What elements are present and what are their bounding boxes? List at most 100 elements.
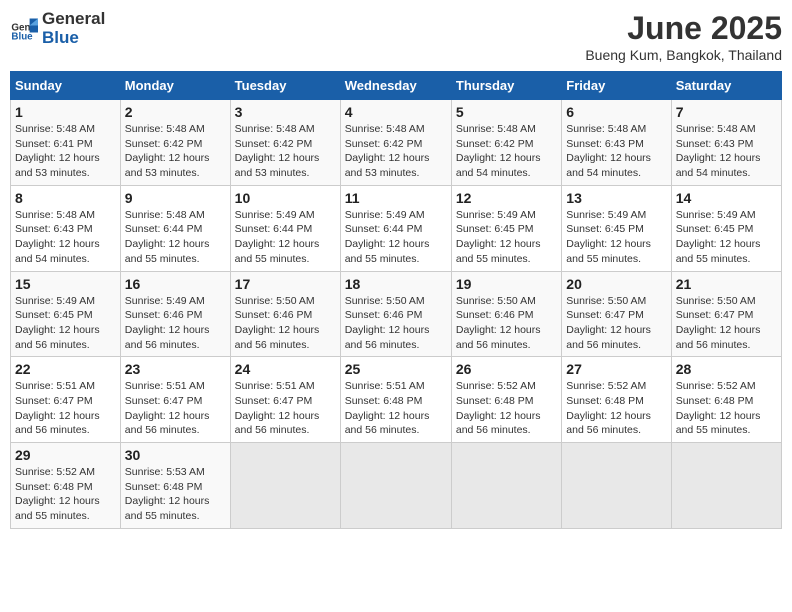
day-info: Sunrise: 5:51 AM Sunset: 6:47 PM Dayligh… (235, 379, 336, 438)
table-row: 23 Sunrise: 5:51 AM Sunset: 6:47 PM Dayl… (120, 357, 230, 443)
logo: General Blue General Blue (10, 10, 105, 47)
day-info: Sunrise: 5:48 AM Sunset: 6:44 PM Dayligh… (125, 208, 226, 267)
table-row: 29 Sunrise: 5:52 AM Sunset: 6:48 PM Dayl… (11, 443, 121, 529)
month-title: June 2025 (585, 10, 782, 47)
svg-text:Blue: Blue (11, 31, 33, 42)
header-sunday: Sunday (11, 72, 121, 100)
location-title: Bueng Kum, Bangkok, Thailand (585, 47, 782, 63)
day-number: 19 (456, 276, 557, 292)
day-number: 10 (235, 190, 336, 206)
day-info: Sunrise: 5:49 AM Sunset: 6:46 PM Dayligh… (125, 294, 226, 353)
table-row: 11 Sunrise: 5:49 AM Sunset: 6:44 PM Dayl… (340, 185, 451, 271)
day-number: 3 (235, 104, 336, 120)
table-row: 17 Sunrise: 5:50 AM Sunset: 6:46 PM Dayl… (230, 271, 340, 357)
day-info: Sunrise: 5:48 AM Sunset: 6:41 PM Dayligh… (15, 122, 116, 181)
day-headers: Sunday Monday Tuesday Wednesday Thursday… (11, 72, 782, 100)
table-row: 25 Sunrise: 5:51 AM Sunset: 6:48 PM Dayl… (340, 357, 451, 443)
header-saturday: Saturday (671, 72, 781, 100)
day-number: 1 (15, 104, 116, 120)
day-info: Sunrise: 5:49 AM Sunset: 6:45 PM Dayligh… (676, 208, 777, 267)
table-row: 8 Sunrise: 5:48 AM Sunset: 6:43 PM Dayli… (11, 185, 121, 271)
table-row: 21 Sunrise: 5:50 AM Sunset: 6:47 PM Dayl… (671, 271, 781, 357)
day-info: Sunrise: 5:48 AM Sunset: 6:42 PM Dayligh… (345, 122, 447, 181)
day-info: Sunrise: 5:52 AM Sunset: 6:48 PM Dayligh… (456, 379, 557, 438)
day-info: Sunrise: 5:48 AM Sunset: 6:42 PM Dayligh… (125, 122, 226, 181)
day-number: 21 (676, 276, 777, 292)
table-row: 13 Sunrise: 5:49 AM Sunset: 6:45 PM Dayl… (562, 185, 671, 271)
header-monday: Monday (120, 72, 230, 100)
day-info: Sunrise: 5:51 AM Sunset: 6:47 PM Dayligh… (15, 379, 116, 438)
table-row: 12 Sunrise: 5:49 AM Sunset: 6:45 PM Dayl… (451, 185, 561, 271)
day-info: Sunrise: 5:49 AM Sunset: 6:44 PM Dayligh… (345, 208, 447, 267)
day-number: 23 (125, 361, 226, 377)
day-number: 8 (15, 190, 116, 206)
table-row: 20 Sunrise: 5:50 AM Sunset: 6:47 PM Dayl… (562, 271, 671, 357)
day-info: Sunrise: 5:52 AM Sunset: 6:48 PM Dayligh… (15, 465, 116, 524)
day-number: 9 (125, 190, 226, 206)
logo-blue: Blue (42, 29, 105, 48)
table-row: 24 Sunrise: 5:51 AM Sunset: 6:47 PM Dayl… (230, 357, 340, 443)
table-row: 14 Sunrise: 5:49 AM Sunset: 6:45 PM Dayl… (671, 185, 781, 271)
day-info: Sunrise: 5:50 AM Sunset: 6:46 PM Dayligh… (235, 294, 336, 353)
day-info: Sunrise: 5:48 AM Sunset: 6:43 PM Dayligh… (566, 122, 666, 181)
header-thursday: Thursday (451, 72, 561, 100)
day-info: Sunrise: 5:53 AM Sunset: 6:48 PM Dayligh… (125, 465, 226, 524)
header-friday: Friday (562, 72, 671, 100)
day-number: 7 (676, 104, 777, 120)
day-info: Sunrise: 5:50 AM Sunset: 6:46 PM Dayligh… (456, 294, 557, 353)
title-area: June 2025 Bueng Kum, Bangkok, Thailand (585, 10, 782, 63)
table-row: 6 Sunrise: 5:48 AM Sunset: 6:43 PM Dayli… (562, 100, 671, 186)
table-row: 27 Sunrise: 5:52 AM Sunset: 6:48 PM Dayl… (562, 357, 671, 443)
table-row: 15 Sunrise: 5:49 AM Sunset: 6:45 PM Dayl… (11, 271, 121, 357)
table-row (451, 443, 561, 529)
day-number: 17 (235, 276, 336, 292)
day-number: 16 (125, 276, 226, 292)
table-row (340, 443, 451, 529)
logo-general: General (42, 10, 105, 29)
day-info: Sunrise: 5:48 AM Sunset: 6:42 PM Dayligh… (235, 122, 336, 181)
table-row: 18 Sunrise: 5:50 AM Sunset: 6:46 PM Dayl… (340, 271, 451, 357)
table-row: 10 Sunrise: 5:49 AM Sunset: 6:44 PM Dayl… (230, 185, 340, 271)
header: General Blue General Blue June 2025 Buen… (10, 10, 782, 63)
calendar-week-2: 8 Sunrise: 5:48 AM Sunset: 6:43 PM Dayli… (11, 185, 782, 271)
table-row (671, 443, 781, 529)
day-info: Sunrise: 5:49 AM Sunset: 6:45 PM Dayligh… (456, 208, 557, 267)
day-info: Sunrise: 5:50 AM Sunset: 6:46 PM Dayligh… (345, 294, 447, 353)
day-number: 29 (15, 447, 116, 463)
day-number: 27 (566, 361, 666, 377)
day-number: 11 (345, 190, 447, 206)
table-row: 4 Sunrise: 5:48 AM Sunset: 6:42 PM Dayli… (340, 100, 451, 186)
header-wednesday: Wednesday (340, 72, 451, 100)
day-number: 25 (345, 361, 447, 377)
day-info: Sunrise: 5:49 AM Sunset: 6:45 PM Dayligh… (15, 294, 116, 353)
logo-icon: General Blue (10, 15, 38, 43)
table-row: 16 Sunrise: 5:49 AM Sunset: 6:46 PM Dayl… (120, 271, 230, 357)
table-row: 26 Sunrise: 5:52 AM Sunset: 6:48 PM Dayl… (451, 357, 561, 443)
day-number: 12 (456, 190, 557, 206)
day-number: 24 (235, 361, 336, 377)
day-info: Sunrise: 5:51 AM Sunset: 6:47 PM Dayligh… (125, 379, 226, 438)
table-row: 22 Sunrise: 5:51 AM Sunset: 6:47 PM Dayl… (11, 357, 121, 443)
day-number: 13 (566, 190, 666, 206)
day-number: 4 (345, 104, 447, 120)
table-row: 30 Sunrise: 5:53 AM Sunset: 6:48 PM Dayl… (120, 443, 230, 529)
day-info: Sunrise: 5:51 AM Sunset: 6:48 PM Dayligh… (345, 379, 447, 438)
day-info: Sunrise: 5:48 AM Sunset: 6:43 PM Dayligh… (676, 122, 777, 181)
day-number: 26 (456, 361, 557, 377)
day-info: Sunrise: 5:48 AM Sunset: 6:42 PM Dayligh… (456, 122, 557, 181)
calendar-week-4: 22 Sunrise: 5:51 AM Sunset: 6:47 PM Dayl… (11, 357, 782, 443)
day-info: Sunrise: 5:49 AM Sunset: 6:44 PM Dayligh… (235, 208, 336, 267)
table-row: 3 Sunrise: 5:48 AM Sunset: 6:42 PM Dayli… (230, 100, 340, 186)
day-number: 22 (15, 361, 116, 377)
day-number: 5 (456, 104, 557, 120)
header-tuesday: Tuesday (230, 72, 340, 100)
day-info: Sunrise: 5:50 AM Sunset: 6:47 PM Dayligh… (676, 294, 777, 353)
day-number: 2 (125, 104, 226, 120)
day-number: 18 (345, 276, 447, 292)
day-number: 14 (676, 190, 777, 206)
table-row: 19 Sunrise: 5:50 AM Sunset: 6:46 PM Dayl… (451, 271, 561, 357)
table-row: 28 Sunrise: 5:52 AM Sunset: 6:48 PM Dayl… (671, 357, 781, 443)
table-row: 9 Sunrise: 5:48 AM Sunset: 6:44 PM Dayli… (120, 185, 230, 271)
day-info: Sunrise: 5:52 AM Sunset: 6:48 PM Dayligh… (566, 379, 666, 438)
day-info: Sunrise: 5:50 AM Sunset: 6:47 PM Dayligh… (566, 294, 666, 353)
